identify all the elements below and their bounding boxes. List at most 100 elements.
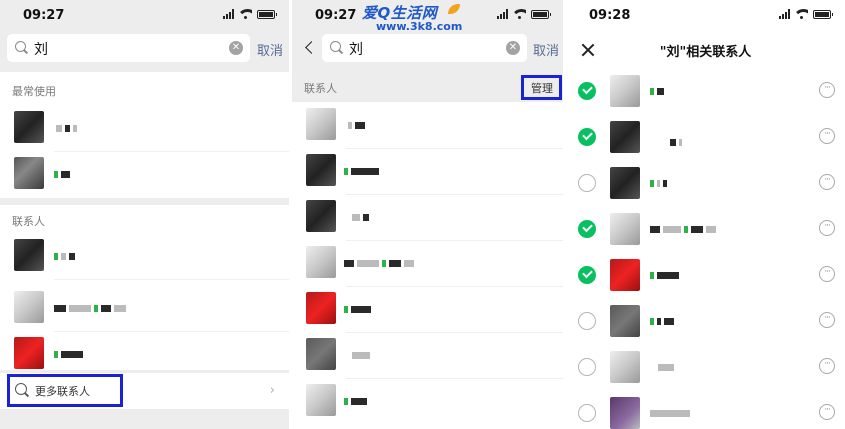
more-options-icon[interactable]: ··· [819,174,835,190]
contacts-section: 联系人 [0,205,289,370]
list-item[interactable] [292,148,563,194]
avatar [610,259,640,291]
contact-name [352,213,369,221]
status-bar: 09:28 [566,0,845,30]
contact-name [56,124,77,132]
contact-name [650,87,664,95]
contact-name [650,409,690,417]
signal-icon [223,9,234,19]
list-item[interactable] [292,194,563,240]
avatar [306,292,336,324]
avatar [610,75,640,107]
list-item[interactable]: ··· [566,206,845,252]
search-icon [330,41,342,53]
contact-name [54,350,83,358]
list-item[interactable]: ··· [566,252,845,298]
more-options-icon[interactable]: ··· [819,128,835,144]
avatar [306,108,336,140]
status-time: 09:27 [23,8,65,23]
more-options-icon[interactable]: ··· [819,404,835,420]
more-options-icon[interactable]: ··· [819,266,835,282]
avatar [610,305,640,337]
list-item[interactable] [0,105,289,151]
list-item[interactable] [292,378,563,424]
more-options-icon[interactable]: ··· [819,82,835,98]
search-icon [15,41,27,53]
screen-manage-contacts: 09:28 "刘"相关联系人 ··· ··· ··· ··· ··· ··· ·… [566,0,845,429]
checkbox-checked[interactable] [578,220,596,238]
avatar [14,239,44,271]
more-options-icon[interactable]: ··· [819,312,835,328]
list-item[interactable] [292,240,563,286]
page-title: "刘"相关联系人 [659,45,752,60]
avatar [14,157,44,189]
checkbox-unchecked[interactable] [578,312,596,330]
list-item[interactable]: ··· [566,68,845,114]
contact-name [352,351,370,359]
avatar [610,167,640,199]
contact-name [650,271,679,279]
avatar [610,121,640,153]
battery-icon [531,9,551,19]
search-query: 刘 [349,42,363,58]
list-item[interactable]: ··· [566,344,845,390]
cancel-button[interactable]: 取消 [257,40,283,59]
checkbox-unchecked[interactable] [578,358,596,376]
watermark-url: www.3k8.com [376,20,463,33]
contact-name [54,170,70,178]
status-time: 09:27 [315,8,357,23]
list-item[interactable] [0,233,289,279]
list-item[interactable]: ··· [566,160,845,206]
avatar [306,246,336,278]
wifi-icon [795,9,808,19]
contact-name [658,363,674,371]
contact-name [670,138,682,146]
search-input[interactable]: 刘 ✕ [322,34,527,62]
list-item[interactable] [292,332,563,378]
section-title-contacts: 联系人 [304,82,337,95]
screen-contact-results: 09:27 刘 ✕ 取消 联系人 管理 爱Q生活网 www.3k8.com [292,0,563,429]
contact-name [344,259,414,267]
avatar [610,351,640,383]
checkbox-unchecked[interactable] [578,404,596,422]
cancel-button[interactable]: 取消 [533,40,559,59]
search-query: 刘 [34,42,48,58]
list-item[interactable]: ··· [566,390,845,429]
highlight-box [521,75,562,100]
section-title-recent: 最常使用 [12,85,56,98]
checkbox-checked[interactable] [578,82,596,100]
avatar [610,397,640,429]
recent-section: 最常使用 [0,72,289,198]
checkbox-checked[interactable] [578,266,596,284]
list-item[interactable] [292,286,563,332]
list-item[interactable]: ··· [566,114,845,160]
clear-icon[interactable]: ✕ [506,41,520,55]
chevron-right-icon: › [269,383,275,398]
list-item[interactable] [292,102,563,148]
contact-name [344,305,371,313]
avatar [14,291,44,323]
contact-name [54,252,75,260]
signal-icon [779,9,790,19]
status-bar: 09:27 [0,0,289,30]
system-icons [779,9,833,19]
avatar [306,154,336,186]
search-input[interactable]: 刘 ✕ [7,34,250,62]
more-options-icon[interactable]: ··· [819,358,835,374]
battery-icon [813,9,833,19]
contact-name [650,179,667,187]
avatar [306,384,336,416]
signal-icon [497,9,508,19]
list-item[interactable] [0,331,289,377]
list-item[interactable] [0,285,289,331]
checkbox-unchecked[interactable] [578,174,596,192]
back-arrow-icon[interactable] [304,40,316,56]
list-item[interactable]: ··· [566,298,845,344]
checkbox-checked[interactable] [578,128,596,146]
more-options-icon[interactable]: ··· [819,220,835,236]
clear-icon[interactable]: ✕ [229,41,243,55]
wifi-icon [239,9,252,19]
section-title-contacts: 联系人 [12,215,45,228]
contact-name [344,167,379,175]
list-item[interactable] [0,151,289,197]
